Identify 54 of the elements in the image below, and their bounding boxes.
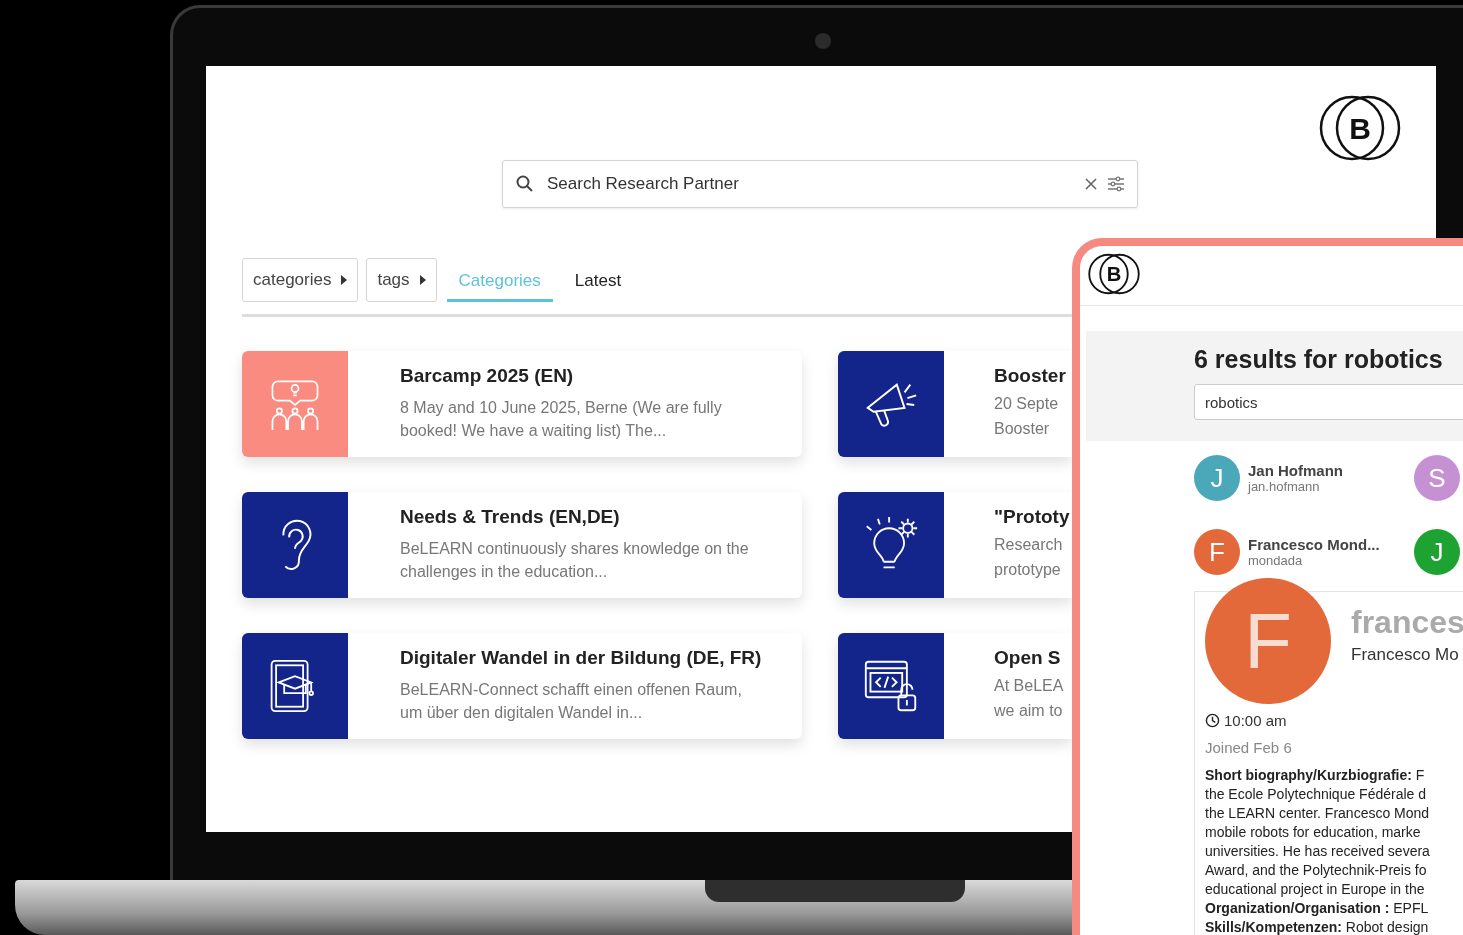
results-heading: 6 results for robotics <box>1194 345 1444 374</box>
card-title: Open S <box>994 646 1062 670</box>
card-description: Research <box>994 534 1064 555</box>
clock-icon <box>1205 713 1220 728</box>
card-description: 8 May and 10 June 2025, Berne (We are fully booked! We have a waiting list) The... <box>400 397 723 441</box>
profile-name: Francesco Mo <box>1351 645 1460 665</box>
profile-handle: frances <box>1351 604 1463 641</box>
event-card[interactable]: Digitaler Wandel in der Bildung (DE, FR) BeLEARN-Connect schafft einen offenen Raum, um über den digitalen Wandel in... <box>242 633 802 739</box>
person-name[interactable]: Jan Hofmann <box>1248 462 1343 479</box>
bio-line: Short biography/Kurzbiografie: F <box>1205 766 1426 785</box>
tab[interactable]: Latest <box>562 258 634 302</box>
bio-line: Skills/Kompetenzen: Robot design <box>1205 918 1430 935</box>
card-description: At BeLEA <box>994 675 1064 696</box>
code-window-lock-icon <box>863 658 919 714</box>
card-description: BeLEARN-Connect schafft einen offenen Raum, um über den digitalen Wandel in... <box>400 679 743 723</box>
caret-icon <box>419 275 426 285</box>
close-icon[interactable] <box>1085 178 1097 190</box>
card-description: Booster <box>994 418 1051 439</box>
event-card[interactable]: "Prototy Research prototype <box>838 492 1072 598</box>
card-title: Digitaler Wandel in der Bildung (DE, FR) <box>400 646 762 670</box>
card-title: Barcamp 2025 (EN) <box>400 364 575 388</box>
filter-icon[interactable] <box>1107 176 1125 192</box>
bio-line: Organization/Organisation : EPFL <box>1205 899 1430 918</box>
bio-line: the LEARN center. Francesco Mond <box>1205 804 1431 823</box>
search-bar[interactable]: Search Research Partner <box>502 160 1138 208</box>
person-username: mondada <box>1248 553 1304 568</box>
bio-line: educational project in Europe in the <box>1205 880 1426 899</box>
filter-dropdown[interactable]: categories <box>242 258 359 302</box>
person-name[interactable]: Francesco Mond... <box>1248 536 1380 553</box>
logo: B <box>1086 252 1142 296</box>
event-card[interactable]: Booster 20 Septe Booster <box>838 351 1072 457</box>
card-description: we aim to <box>994 700 1064 721</box>
person-username: jan.hofmann <box>1248 479 1321 494</box>
local-time: 10:00 am <box>1224 712 1287 729</box>
bio-line: universities. He has received severa <box>1205 842 1431 861</box>
card-title: "Prototy <box>994 505 1070 529</box>
search-icon <box>515 174 535 194</box>
search-field[interactable]: robotics <box>1194 384 1463 420</box>
bio-line: Award, and the Polytechnik-Preis fo <box>1205 861 1428 880</box>
event-card[interactable]: Open S At BeLEA we aim to <box>838 633 1072 739</box>
card-title: Booster <box>994 364 1066 388</box>
logo: B <box>1318 94 1402 162</box>
filter-dropdown[interactable]: tags <box>366 258 437 302</box>
event-card[interactable]: Needs & Trends (EN,DE) BeLEARN continuously shares knowledge on the challenges in the education... <box>242 492 802 598</box>
event-card[interactable]: Barcamp 2025 (EN) 8 May and 10 June 2025, Berne (We are fully booked! We have a waiting list) The... <box>242 351 802 457</box>
avatar: F <box>1205 578 1331 704</box>
card-description: 20 Septe <box>994 393 1060 414</box>
card-description: prototype <box>994 559 1062 580</box>
bio-line: mobile robots for education, marke <box>1205 823 1422 842</box>
bio-line: the Ecole Polytechnique Fédérale d <box>1205 785 1428 804</box>
caret-icon <box>341 275 348 285</box>
card-description: BeLEARN continuously shares knowledge on the challenges in the education... <box>400 538 750 582</box>
card-title: Needs & Trends (EN,DE) <box>400 505 621 529</box>
joined-date: Joined Feb 6 <box>1205 739 1293 756</box>
